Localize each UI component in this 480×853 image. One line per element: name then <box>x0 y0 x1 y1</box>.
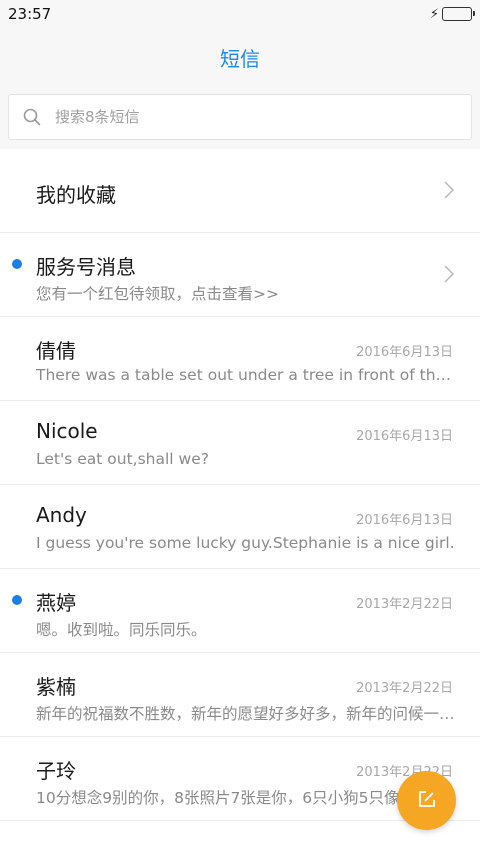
chevron-right-icon <box>444 181 454 203</box>
conversation-date: 2013年2月22日 <box>356 681 453 696</box>
unread-dot <box>12 595 22 605</box>
conversation-preview: There was a table set out under a tree i… <box>36 366 456 384</box>
conversation-name: 子玲 <box>36 759 76 783</box>
conversation-preview: 您有一个红包待领取，点击查看>> <box>36 285 279 303</box>
conversation-name: 燕婷 <box>36 591 76 615</box>
conversation-preview: 嗯。收到啦。同乐同乐。 <box>36 621 207 639</box>
conversation-name: Nicole <box>36 419 98 443</box>
chevron-right-icon <box>444 265 454 287</box>
search-icon <box>23 108 41 126</box>
conversation-preview: Let's eat out,shall we? <box>36 450 209 468</box>
conversation-name: 紫楠 <box>36 675 76 699</box>
compose-button[interactable] <box>397 771 456 830</box>
conversation-name: 倩倩 <box>36 339 76 363</box>
conversation-row[interactable]: 倩倩 2016年6月13日 There was a table set out … <box>0 317 480 401</box>
conversation-row[interactable]: 燕婷 2013年2月22日 嗯。收到啦。同乐同乐。 <box>0 569 480 653</box>
compose-icon <box>417 789 437 813</box>
favorites-row[interactable]: 我的收藏 <box>0 149 480 233</box>
conversation-date: 2016年6月13日 <box>356 429 453 444</box>
status-time: 23:57 <box>8 5 52 23</box>
conversation-name: Andy <box>36 503 87 527</box>
favorites-label: 我的收藏 <box>36 183 116 207</box>
conversation-preview: 10分想念9别的你，8张照片7张是你，6只小狗5只像你 <box>36 789 416 807</box>
conversation-list: 我的收藏 服务号消息 您有一个红包待领取，点击查看>> 倩倩 2016年6月13… <box>0 149 480 853</box>
search-box[interactable] <box>8 94 472 140</box>
conversation-row[interactable]: Andy 2016年6月13日 I guess you're some luck… <box>0 485 480 569</box>
conversation-preview: 新年的祝福数不胜数，新年的愿望好多好多，新年的问候一定送到 <box>36 705 456 723</box>
search-input[interactable] <box>55 108 435 126</box>
search-container <box>0 86 480 148</box>
status-bar: 23:57 ⚡ <box>0 0 480 28</box>
conversation-date: 2016年6月13日 <box>356 513 453 528</box>
conversation-row[interactable]: 紫楠 2013年2月22日 新年的祝福数不胜数，新年的愿望好多好多，新年的问候一… <box>0 653 480 737</box>
conversation-name: 服务号消息 <box>36 255 136 279</box>
charging-icon: ⚡ <box>429 6 439 22</box>
battery-indicator: ⚡ <box>429 6 475 22</box>
page-title: 短信 <box>220 46 260 71</box>
title-bar: 短信 <box>0 28 480 86</box>
conversation-row[interactable]: Nicole 2016年6月13日 Let's eat out,shall we… <box>0 401 480 485</box>
battery-icon <box>442 7 475 21</box>
conversation-row-service[interactable]: 服务号消息 您有一个红包待领取，点击查看>> <box>0 233 480 317</box>
conversation-date: 2013年2月22日 <box>356 597 453 612</box>
unread-dot <box>12 259 22 269</box>
conversation-date: 2016年6月13日 <box>356 345 453 360</box>
conversation-preview: I guess you're some lucky guy.Stephanie … <box>36 534 455 552</box>
